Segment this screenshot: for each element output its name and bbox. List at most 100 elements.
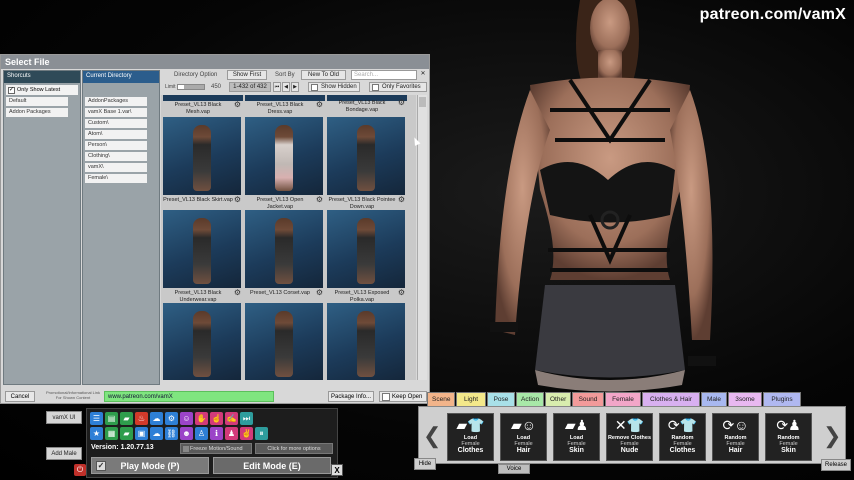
face-icon[interactable]: ☺ (180, 412, 193, 425)
gear-icon[interactable]: ⚙ (234, 196, 241, 204)
quick-action-button[interactable]: ⟳♟ Random Female Skin (765, 413, 812, 461)
cloud-icon[interactable]: ☁ (150, 412, 163, 425)
file-tile[interactable]: Preset_VL13 Corset.vap ⚙ (245, 210, 325, 297)
menu-icon[interactable]: ☰ (90, 412, 103, 425)
preset-thumbnail[interactable] (327, 210, 405, 288)
chart2-icon[interactable]: ▦ (105, 427, 118, 440)
limit-slider-handle[interactable] (178, 85, 184, 89)
file-tile[interactable]: Preset_VL13 Black Underwear.vap ⚙ (163, 210, 243, 303)
tab-other[interactable]: Other (545, 392, 571, 406)
preset-thumbnail[interactable] (327, 303, 405, 380)
only-show-latest-toggle[interactable]: ✓ Only Show Latest (6, 85, 78, 95)
preset-thumbnail[interactable] (163, 210, 241, 288)
cloud2-icon[interactable]: ☁ (150, 427, 163, 440)
quick-action-button[interactable]: ▰☺ Load Female Hair (500, 413, 547, 461)
promo-url-link[interactable]: www.patreon.com/vamX (104, 391, 274, 402)
gear-icon[interactable]: ⚙ (316, 101, 323, 109)
quick-action-button[interactable]: ⟳☺ Random Female Hair (712, 413, 759, 461)
tab-scene[interactable]: Scene (427, 392, 455, 406)
hide-button[interactable]: Hide (414, 458, 436, 470)
prev-arrow-icon[interactable]: ❮ (423, 423, 441, 449)
pause-icon[interactable]: ⏸ (255, 427, 268, 440)
tab-action[interactable]: Action (516, 392, 544, 406)
gear-icon[interactable]: ⚙ (316, 289, 323, 297)
quick-action-button[interactable]: ▰👕 Load Female Clothes (447, 413, 494, 461)
voice-button[interactable]: Voice (498, 464, 530, 474)
file-tile[interactable] (245, 303, 325, 380)
file-tile[interactable]: Preset_VL13 Open Jacket.vap ⚙ (245, 117, 325, 210)
file-grid-scrollbar[interactable] (417, 95, 427, 380)
close-panel-button[interactable]: X (331, 464, 343, 476)
tab-pose[interactable]: Pose (487, 392, 515, 406)
shortcut-item-addon-packages[interactable]: Addon Packages (6, 108, 68, 117)
link-icon[interactable]: ⛓ (165, 427, 178, 440)
gear-icon[interactable]: ⚙ (234, 101, 241, 109)
play-mode-button[interactable]: ✓ Play Mode (P) (91, 457, 209, 474)
dir-item[interactable]: Atom\ (85, 130, 147, 139)
next-arrow-icon[interactable]: ❯ (823, 423, 841, 449)
more-options-button[interactable]: Click for more options (255, 443, 333, 454)
quick-action-button[interactable]: ▰♟ Load Female Skin (553, 413, 600, 461)
file-tile[interactable]: Preset_VL13 Exposed Polka.vap ⚙ (327, 210, 407, 303)
dir-item[interactable]: Custom\ (85, 119, 147, 128)
dir-item[interactable]: AddonPackages (85, 97, 147, 106)
preset-thumbnail[interactable] (163, 303, 241, 380)
figure-icon[interactable]: ♙ (195, 427, 208, 440)
gear-icon[interactable]: ⚙ (165, 412, 178, 425)
touch-icon[interactable]: ✍ (225, 412, 238, 425)
dir-item[interactable]: Female\ (85, 174, 147, 183)
camera-icon[interactable]: ▣ (135, 427, 148, 440)
hand2-icon[interactable]: ☝ (210, 412, 223, 425)
dir-item[interactable]: Person\ (85, 141, 147, 150)
gear-icon[interactable]: ⚙ (398, 99, 405, 107)
gear-icon[interactable]: ⚙ (316, 196, 323, 204)
tab-light[interactable]: Light (456, 392, 486, 406)
add-male-button[interactable]: Add Male (46, 447, 82, 460)
quick-action-button[interactable]: ✕👕 Remove Clothes Female Nude (606, 413, 653, 461)
scrollbar-thumb[interactable] (419, 97, 426, 107)
star-icon[interactable]: ★ (90, 427, 103, 440)
package-info-button[interactable]: Package Info... (328, 391, 374, 402)
preset-thumbnail[interactable] (245, 210, 323, 288)
info-icon[interactable]: ℹ (210, 427, 223, 440)
shortcut-item-default[interactable]: Default (6, 97, 68, 106)
tab-3some[interactable]: 3some (728, 392, 762, 406)
preset-thumbnail[interactable] (163, 117, 241, 195)
face2-icon[interactable]: ☻ (180, 427, 193, 440)
prev-page-icon[interactable]: ◀ (282, 82, 290, 92)
search-input[interactable]: Search... (351, 70, 417, 80)
keep-open-toggle[interactable]: Keep Open (379, 391, 427, 402)
chart-icon[interactable]: ▤ (105, 412, 118, 425)
gear-icon[interactable]: ⚙ (398, 289, 405, 297)
hand-icon[interactable]: ✋ (195, 412, 208, 425)
limit-slider[interactable] (177, 84, 205, 90)
hand3-icon[interactable]: ✌ (240, 427, 253, 440)
edit-mode-button[interactable]: Edit Mode (E) (213, 457, 331, 474)
freeze-motion-toggle[interactable]: Freeze Motion/Sound (180, 443, 252, 454)
tab-female[interactable]: Female (605, 392, 641, 406)
flame-icon[interactable]: ♨ (135, 412, 148, 425)
search-clear-icon[interactable]: ✕ (418, 70, 428, 80)
file-tile[interactable] (163, 303, 243, 380)
partial-thumbnail[interactable] (163, 95, 243, 101)
sort-select[interactable]: New To Old (301, 70, 346, 80)
preset-thumbnail[interactable] (245, 117, 323, 195)
folder2-icon[interactable]: ▰ (120, 427, 133, 440)
first-page-icon[interactable]: ⏮ (273, 82, 281, 92)
person-icon[interactable]: ♟ (225, 427, 238, 440)
preset-thumbnail[interactable] (245, 303, 323, 380)
release-button[interactable]: Release (821, 459, 851, 471)
dir-item[interactable]: vamX\ (85, 163, 147, 172)
show-first-button[interactable]: Show First (227, 70, 267, 80)
file-tile[interactable]: Preset_VL13 Black Skirt.vap ⚙ (163, 117, 243, 204)
skip-icon[interactable]: ⏭ (240, 412, 253, 425)
folder-icon[interactable]: ▰ (120, 412, 133, 425)
tab-plugins[interactable]: Plugins (763, 392, 801, 406)
vamx-ui-button[interactable]: vamX UI (46, 411, 82, 424)
partial-thumbnail[interactable] (245, 95, 325, 101)
only-favorites-toggle[interactable]: Only Favorites (369, 82, 427, 92)
dir-item[interactable]: Clothing\ (85, 152, 147, 161)
gear-icon[interactable]: ⚙ (398, 196, 405, 204)
power-icon[interactable]: ⏻ (74, 464, 86, 476)
file-tile[interactable]: Preset_VL13 Black Pointee Down.vap ⚙ (327, 117, 407, 210)
